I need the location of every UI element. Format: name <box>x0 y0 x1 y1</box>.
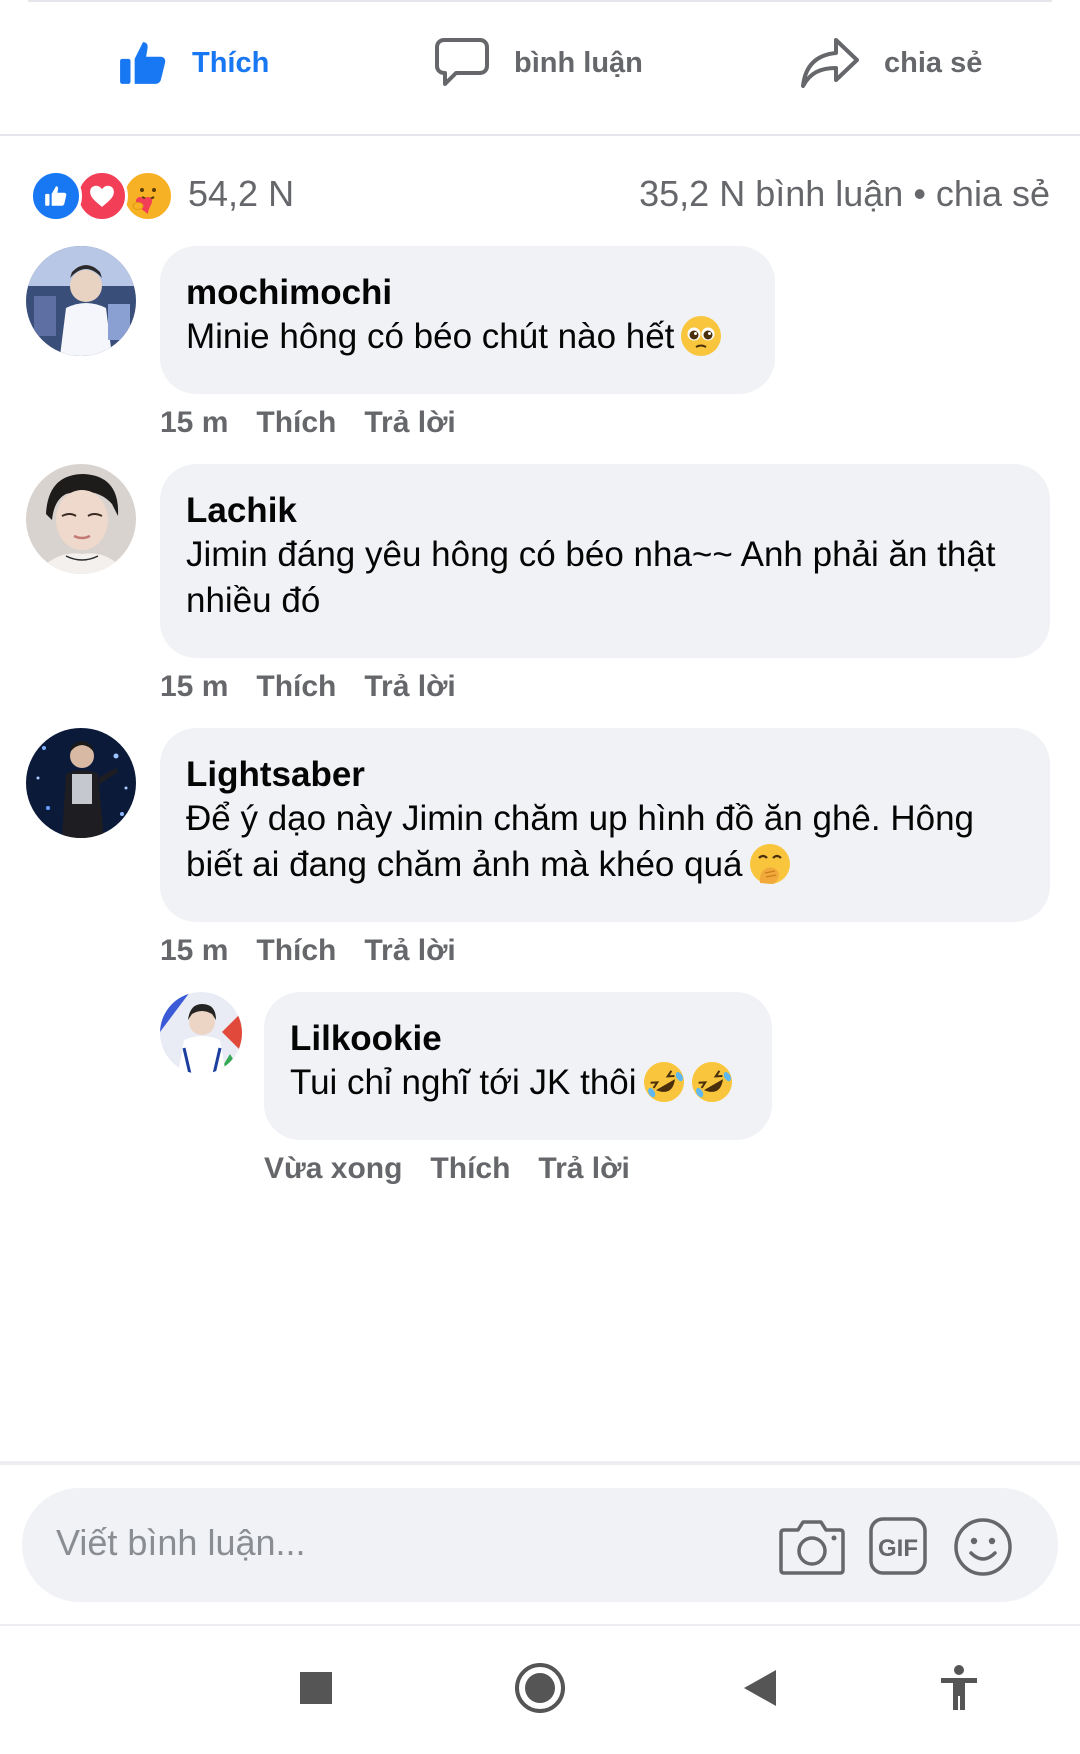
back-icon[interactable] <box>742 1668 778 1708</box>
avatar[interactable] <box>26 728 136 838</box>
action-divider <box>0 134 1080 136</box>
comment-body: Jimin đáng yêu hông có béo nha~~ Anh phả… <box>186 535 996 620</box>
svg-text:GIF: GIF <box>878 1535 918 1562</box>
pleading-face-emoji <box>680 315 722 357</box>
comment-time: 15 m <box>160 670 229 703</box>
like-label: Thích <box>192 46 270 79</box>
comment-body: Để ý dạo này Jimin chăm up hình đồ ăn gh… <box>186 799 974 884</box>
thumbs-up-icon <box>120 42 166 84</box>
comment-text: Minie hông có béo chút nào hết <box>186 314 749 360</box>
reply-author[interactable]: Lilkookie <box>290 1018 746 1060</box>
reply-bubble[interactable]: Lilkookie Tui chỉ nghĩ tới JK thôi <box>264 992 772 1140</box>
comment-bubble[interactable]: mochimochi Minie hông có béo chút nào hế… <box>160 246 775 394</box>
gif-icon[interactable]: GIF <box>868 1516 928 1576</box>
system-nav-bar <box>0 1624 1080 1754</box>
comment-input-placeholder: Viết bình luận... <box>56 1522 306 1563</box>
care-reaction-icon <box>122 170 174 222</box>
comment-input[interactable]: Viết bình luận... GIF <box>22 1488 1058 1602</box>
share-icon <box>801 38 859 88</box>
comment-like-button[interactable]: Thích <box>256 670 336 704</box>
comment-share-summary[interactable]: 35,2 N bình luận • chia sẻ <box>639 173 1050 215</box>
comment-reply-button[interactable]: Trả lời <box>364 934 455 968</box>
reaction-count: 54,2 N <box>188 173 295 214</box>
like-reaction-icon <box>30 170 82 222</box>
input-divider <box>0 1461 1080 1465</box>
share-button[interactable]: chia sẻ <box>800 18 982 108</box>
comment-time: 15 m <box>160 934 229 967</box>
avatar[interactable] <box>26 464 136 574</box>
comment-meta: 15 m Thích Trả lời <box>160 406 456 440</box>
comment-body: Minie hông có béo chút nào hết <box>186 317 675 356</box>
like-button[interactable]: Thích <box>118 18 269 108</box>
reply-body: Tui chỉ nghĩ tới JK thôi <box>290 1063 637 1102</box>
accessibility-icon[interactable] <box>938 1664 980 1712</box>
avatar[interactable] <box>160 992 242 1074</box>
comment-reply-button[interactable]: Trả lời <box>364 406 455 440</box>
comment-text: Để ý dạo này Jimin chăm up hình đồ ăn gh… <box>186 796 1024 888</box>
camera-icon[interactable] <box>778 1516 846 1576</box>
reaction-icons <box>30 170 178 222</box>
comment-reply-button[interactable]: Trả lời <box>364 670 455 704</box>
comment-label: bình luận <box>514 46 643 79</box>
comment-bubble[interactable]: Lightsaber Để ý dạo này Jimin chăm up hì… <box>160 728 1050 922</box>
comment-bubble[interactable]: Lachik Jimin đáng yêu hông có béo nha~~ … <box>160 464 1050 658</box>
reply-time: Vừa xong <box>264 1152 403 1185</box>
rolling-laughing-emoji <box>691 1061 733 1103</box>
reply-reply-button[interactable]: Trả lời <box>538 1152 629 1186</box>
avatar[interactable] <box>26 246 136 356</box>
home-icon[interactable] <box>514 1662 566 1714</box>
comment-like-button[interactable]: Thích <box>256 406 336 440</box>
recents-icon[interactable] <box>298 1670 334 1706</box>
reactions-row[interactable]: 54,2 N 35,2 N bình luận • chia sẻ <box>30 165 1050 225</box>
comment-author[interactable]: Lachik <box>186 490 1024 532</box>
share-label: chia sẻ <box>884 46 983 79</box>
post-action-bar: Thích bình luận chia sẻ <box>0 18 1080 108</box>
comment-author[interactable]: Lightsaber <box>186 754 1024 796</box>
rolling-laughing-emoji <box>643 1061 685 1103</box>
hand-over-mouth-emoji <box>749 843 791 885</box>
love-reaction-icon <box>76 170 128 222</box>
comment-time: 15 m <box>160 406 229 439</box>
comment-meta: 15 m Thích Trả lời <box>160 670 456 704</box>
comment-like-button[interactable]: Thích <box>256 934 336 968</box>
comment-button[interactable]: bình luận <box>434 18 643 108</box>
comment-meta: 15 m Thích Trả lời <box>160 934 456 968</box>
reply-text: Tui chỉ nghĩ tới JK thôi <box>290 1060 746 1106</box>
comment-icon <box>435 38 489 86</box>
reply-like-button[interactable]: Thích <box>430 1152 510 1186</box>
top-divider <box>28 0 1052 2</box>
comment-author[interactable]: mochimochi <box>186 272 749 314</box>
reply-meta: Vừa xong Thích Trả lời <box>264 1152 630 1186</box>
smiley-icon[interactable] <box>952 1516 1014 1578</box>
